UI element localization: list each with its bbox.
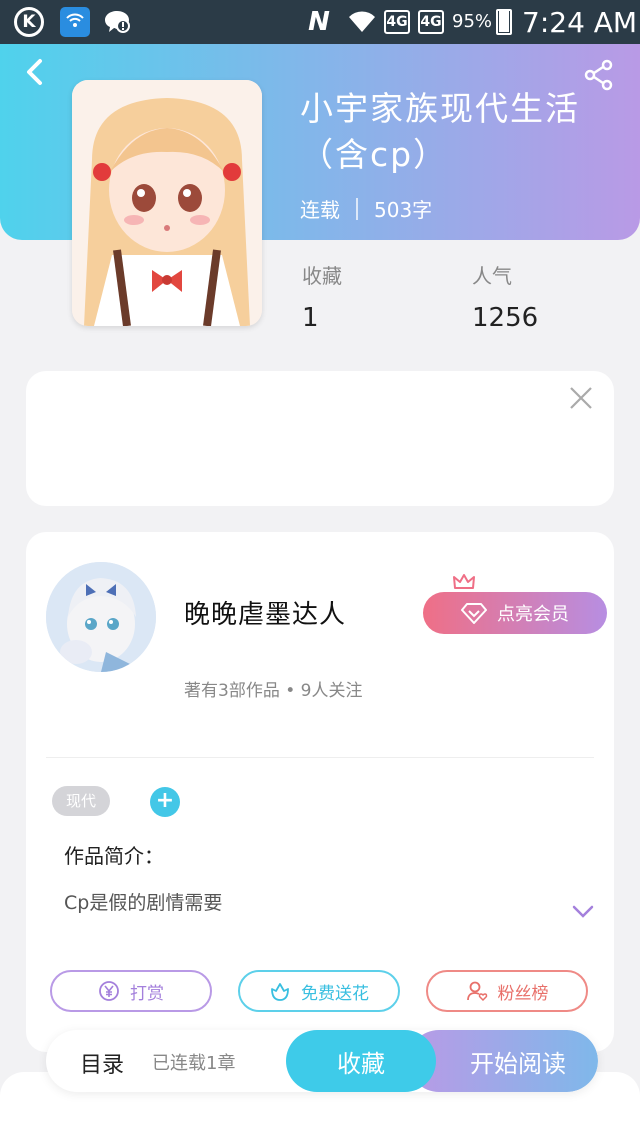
- yuan-coin-icon: [98, 980, 120, 1002]
- word-count: 503字: [374, 198, 433, 222]
- intro-label: 作品简介：: [64, 844, 164, 868]
- message-alert-icon: [102, 7, 132, 37]
- vip-button-label: 点亮会员: [497, 604, 569, 625]
- author-avatar[interactable]: [46, 562, 156, 672]
- sim1-signal-icon: 4G: [384, 10, 410, 34]
- fans-ranking-label: 粉丝榜: [497, 983, 549, 1004]
- bottom-action-bar: 目录 已连载1章 开始阅读 收藏: [46, 1030, 598, 1092]
- battery-icon: [496, 9, 512, 35]
- nfc-n-icon: N: [308, 7, 330, 37]
- serial-status: 连载: [300, 198, 340, 222]
- clock: 7:24 AM: [522, 6, 638, 39]
- ad-card: [26, 371, 614, 506]
- meta-divider: [356, 197, 358, 220]
- start-reading-label: 开始阅读: [470, 1049, 566, 1078]
- close-icon[interactable]: [568, 385, 594, 411]
- book-title: 小宇家族现代生活（含cp）: [300, 89, 580, 174]
- send-flower-label: 免费送花: [301, 983, 369, 1004]
- status-bar: K N 4G 4G 95% 7:24 AM: [0, 0, 640, 44]
- popularity-stat: 人气 1256: [472, 260, 538, 333]
- reward-button[interactable]: 打赏: [50, 970, 212, 1012]
- add-tag-button[interactable]: +: [150, 787, 180, 817]
- sim2-signal-icon: 4G: [418, 10, 444, 34]
- send-flower-button[interactable]: 免费送花: [238, 970, 400, 1012]
- battery-percent: 95%: [452, 11, 493, 32]
- book-cover[interactable]: [72, 80, 262, 326]
- popularity-value: 1256: [472, 303, 539, 333]
- diamond-icon: [461, 603, 487, 624]
- book-detail-card: 晚晚虐墨达人 点亮会员 著有3部作品 • 9人关注 现代 + 作品简介： Cp是…: [26, 532, 614, 1052]
- author-stats: 著有3部作品 • 9人关注: [184, 681, 363, 701]
- back-icon[interactable]: [20, 56, 52, 88]
- crown-icon: [452, 572, 476, 592]
- chapter-count: 已连载1章: [152, 1053, 236, 1074]
- user-heart-icon: [466, 980, 488, 1002]
- start-reading-button[interactable]: 开始阅读: [408, 1030, 598, 1092]
- favorites-stat: 收藏 1: [302, 260, 342, 333]
- favorite-label: 收藏: [337, 1049, 385, 1078]
- wifi-signal-icon: [345, 7, 379, 37]
- divider: [46, 757, 594, 758]
- k-app-icon: K: [14, 7, 44, 37]
- genre-tag[interactable]: 现代: [52, 786, 111, 816]
- author-name[interactable]: 晚晚虐墨达人: [184, 594, 346, 631]
- chevron-down-icon[interactable]: [572, 904, 594, 918]
- favorite-button[interactable]: 收藏: [286, 1030, 436, 1092]
- intro-text: Cp是假的剧情需要: [64, 892, 223, 914]
- toc-button[interactable]: 目录: [80, 1047, 124, 1079]
- popularity-label: 人气: [472, 264, 512, 288]
- wifi-hotspot-icon: [60, 7, 90, 37]
- favorites-label: 收藏: [302, 264, 342, 288]
- fans-ranking-button[interactable]: 粉丝榜: [426, 970, 588, 1012]
- reward-label: 打赏: [130, 983, 164, 1004]
- vip-button[interactable]: 点亮会员: [423, 592, 607, 634]
- book-meta: 连载 503字: [300, 194, 432, 223]
- favorites-value: 1: [302, 303, 319, 333]
- flower-icon: [269, 980, 291, 1002]
